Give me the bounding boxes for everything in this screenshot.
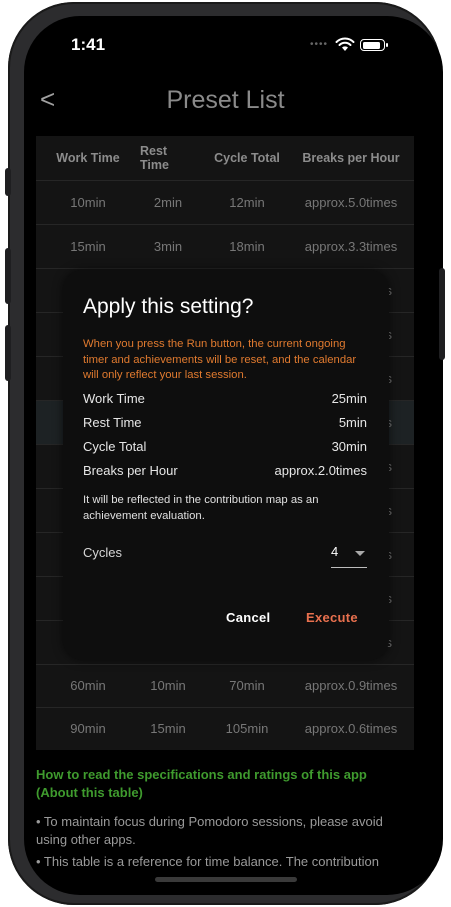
table-row[interactable]: 90min 15min 105min approx.0.6times <box>36 707 414 750</box>
chevron-down-icon <box>355 551 365 556</box>
cell-rest: 10min <box>150 678 186 693</box>
field-label: Breaks per Hour <box>83 463 178 478</box>
field-value: approx.2.0times <box>274 463 368 478</box>
table-row[interactable]: 15min 3min 18min approx.3.3times <box>36 225 414 269</box>
signal-icon: •••• <box>310 39 329 50</box>
cell-cycle: 18min <box>229 239 265 254</box>
cell-work: 90min <box>70 721 106 736</box>
volume-up-button <box>5 248 11 304</box>
field-breaks-per-hour: Breaks per Hour approx.2.0times <box>83 463 367 483</box>
cell-breaks: approx.0.6times <box>304 721 398 736</box>
field-label: Work Time <box>83 391 145 406</box>
cell-breaks: approx.3.3times <box>304 239 398 254</box>
wifi-icon <box>335 37 355 51</box>
header-work-time: Work Time <box>56 151 120 165</box>
page-title: Preset List <box>166 86 285 114</box>
home-indicator[interactable] <box>155 877 297 882</box>
table-row[interactable]: 60min 10min 70min approx.0.9times <box>36 664 414 708</box>
cell-work: 15min <box>70 239 106 254</box>
apply-setting-dialog: Apply this setting? When you press the R… <box>63 270 389 660</box>
table-row[interactable]: 10min 2min 12min approx.5.0times <box>36 181 414 225</box>
field-cycle-total: Cycle Total 30min <box>83 439 367 459</box>
cycles-label: Cycles <box>83 545 123 560</box>
cell-work: 60min <box>70 678 106 693</box>
table-header: Work Time Rest Time Cycle Total Breaks p… <box>36 136 414 181</box>
power-button <box>439 268 445 360</box>
info-bullet: • This table is a reference for time bal… <box>36 854 379 869</box>
dialog-warning: When you press the Run button, the curre… <box>83 338 357 381</box>
battery-icon <box>360 39 388 51</box>
field-value: 5min <box>338 415 367 430</box>
cell-breaks: approx.5.0times <box>304 195 398 210</box>
cancel-button[interactable]: Cancel <box>226 610 270 625</box>
cycles-dropdown[interactable]: 4 <box>331 542 367 568</box>
cell-cycle: 70min <box>229 678 265 693</box>
status-time: 1:41 <box>71 35 106 54</box>
volume-down-button <box>5 325 11 381</box>
info-title[interactable]: How to read the specifications and ratin… <box>36 766 406 802</box>
cell-rest: 2min <box>153 195 183 210</box>
info-bullet: • To maintain focus during Pomodoro sess… <box>36 814 383 847</box>
mute-switch <box>5 168 11 196</box>
cell-cycle: 105min <box>225 721 269 736</box>
header-rest-time: Rest Time <box>140 144 169 172</box>
field-label: Rest Time <box>83 415 142 430</box>
dialog-title: Apply this setting? <box>83 295 254 318</box>
header-breaks-per-hour: Breaks per Hour <box>302 151 400 165</box>
header-cycle-total: Cycle Total <box>214 151 280 165</box>
cell-rest: 15min <box>150 721 186 736</box>
cell-work: 10min <box>70 195 106 210</box>
cell-cycle: 12min <box>229 195 265 210</box>
field-label: Cycle Total <box>83 439 147 454</box>
field-work-time: Work Time 25min <box>83 391 367 411</box>
dialog-note: It will be reflected in the contribution… <box>83 494 319 522</box>
field-value: 25min <box>331 391 367 406</box>
cycles-value: 4 <box>331 544 339 559</box>
cell-rest: 3min <box>153 239 183 254</box>
field-value: 30min <box>331 439 367 454</box>
cell-breaks: approx.0.9times <box>304 678 398 693</box>
field-rest-time: Rest Time 5min <box>83 415 367 435</box>
execute-button[interactable]: Execute <box>306 610 358 625</box>
